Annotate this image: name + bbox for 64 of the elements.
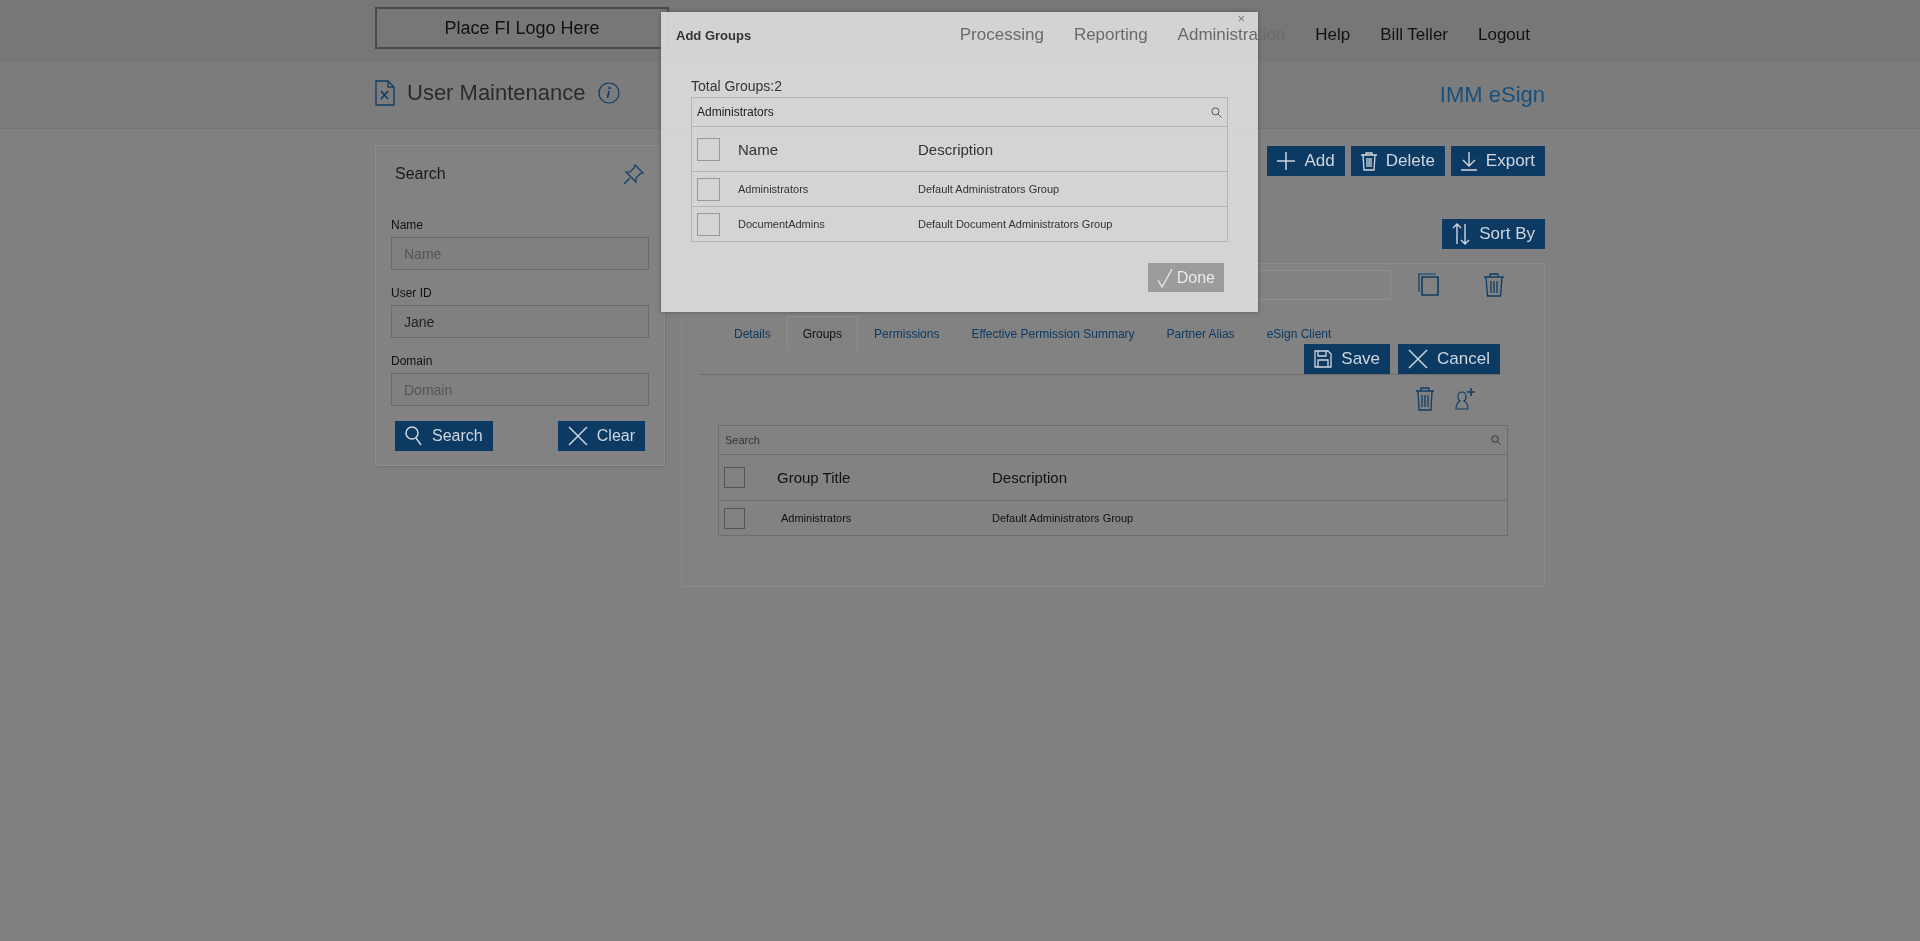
copy-icon[interactable]: [1418, 273, 1442, 297]
done-button[interactable]: Done: [1147, 263, 1224, 292]
column-header: Group Title: [777, 469, 852, 486]
tab[interactable]: Details: [718, 316, 787, 351]
close-button[interactable]: ×: [1234, 12, 1248, 25]
sort-button[interactable]: Sort By: [1442, 219, 1545, 249]
column-header: Description: [918, 140, 994, 158]
tab[interactable]: Groups: [786, 316, 859, 351]
trash-icon[interactable]: [1416, 387, 1434, 411]
search-icon[interactable]: [1491, 435, 1501, 445]
search-icon[interactable]: [1211, 106, 1222, 118]
search-field[interactable]: Administrators: [692, 99, 1211, 125]
nav-link[interactable]: Processing: [959, 25, 1044, 45]
add-user-icon[interactable]: [1452, 387, 1476, 411]
checkbox[interactable]: [724, 507, 745, 529]
tab[interactable]: Permissions: [858, 316, 956, 351]
checkbox[interactable]: [697, 137, 720, 161]
tab[interactable]: Partner Alias: [1150, 316, 1251, 351]
nav-link[interactable]: Logout: [1478, 25, 1530, 45]
checkbox[interactable]: [697, 212, 720, 236]
cancel-button[interactable]: Cancel: [1398, 344, 1500, 374]
app-name: IMM eSign: [1439, 82, 1545, 108]
document-icon: [375, 80, 395, 106]
close-icon: [567, 426, 588, 446]
info-icon[interactable]: [597, 82, 620, 104]
nav-link[interactable]: Help: [1315, 25, 1351, 45]
search-icon: [405, 426, 423, 446]
delete-button[interactable]: Delete: [1350, 146, 1445, 176]
trash-icon[interactable]: [1484, 273, 1504, 297]
plus-icon: [1277, 152, 1296, 170]
dialog-title: Add Groups: [676, 28, 752, 43]
field-label: Name: [391, 218, 424, 232]
tab[interactable]: Effective Permission Summary: [955, 316, 1151, 351]
total-count: Total Groups:2: [691, 78, 784, 94]
pin-icon[interactable]: [623, 163, 645, 185]
checkbox[interactable]: [697, 177, 720, 201]
table-cell: Default Administrators Group: [918, 183, 1060, 195]
table-cell-text: DocumentAdmins: [738, 218, 826, 230]
export-button[interactable]: Export: [1450, 146, 1545, 176]
search-field[interactable]: Search: [719, 427, 1491, 453]
table-cell-text: Administrators: [781, 512, 853, 524]
column-header: Name: [738, 140, 779, 158]
column-header: Description: [992, 469, 1068, 486]
table-cell: Default Administrators Group: [992, 512, 1134, 524]
clear-button[interactable]: Clear: [557, 421, 645, 451]
checkbox[interactable]: [724, 467, 745, 488]
trash-icon: [1360, 151, 1377, 171]
input-field[interactable]: Jane: [391, 305, 649, 338]
panel-title: Search: [395, 165, 446, 183]
nav-link[interactable]: Bill Teller: [1380, 25, 1448, 45]
field-label: Domain: [391, 354, 434, 368]
save-button[interactable]: Save: [1304, 344, 1391, 374]
close-icon: [1408, 349, 1429, 369]
search-button[interactable]: Search: [395, 421, 493, 451]
page-title: User Maintenance: [407, 80, 586, 106]
add-button[interactable]: Add: [1267, 146, 1345, 176]
table-cell: Default Document Administrators Group: [918, 218, 1113, 230]
sort-icon: [1452, 223, 1471, 245]
table-cell-text: Administrators: [738, 183, 810, 195]
field-label: User ID: [391, 286, 433, 300]
checkmark-icon: [1156, 267, 1173, 288]
logo-text: Place FI Logo Here: [444, 17, 600, 39]
nav-link[interactable]: Reporting: [1073, 25, 1148, 45]
download-icon: [1460, 151, 1477, 171]
